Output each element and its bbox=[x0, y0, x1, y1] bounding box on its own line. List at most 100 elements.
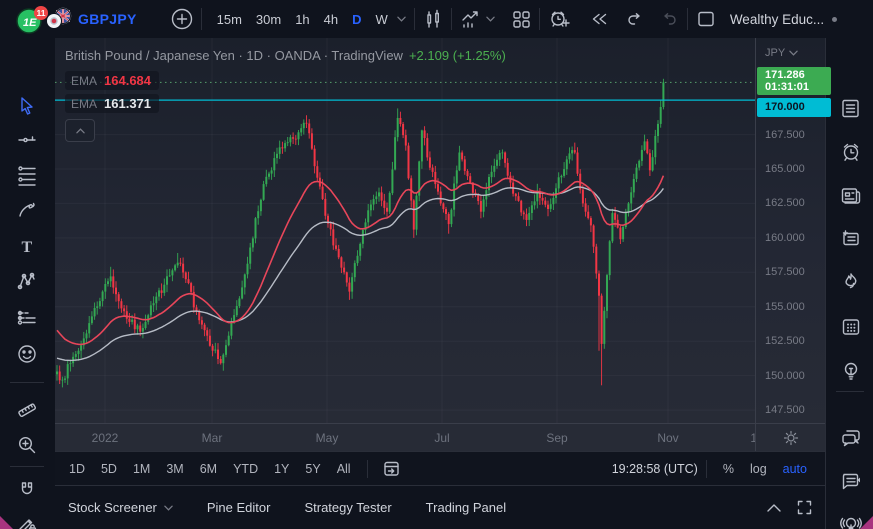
time-tick-label: 2022 bbox=[83, 431, 127, 445]
ideas-icon[interactable] bbox=[838, 358, 864, 384]
symbol-search-button[interactable]: GBPJPY bbox=[78, 11, 137, 27]
gear-icon[interactable] bbox=[783, 430, 799, 446]
timeframe-4h[interactable]: 4h bbox=[317, 12, 345, 27]
private-chat-icon[interactable] bbox=[838, 468, 864, 494]
ema-slow-legend[interactable]: EMA161.371 bbox=[65, 94, 159, 113]
alerts-icon[interactable] bbox=[838, 139, 864, 165]
panel-expand-icon[interactable] bbox=[766, 499, 782, 516]
bar-replay-icon[interactable] bbox=[589, 9, 609, 29]
timeframe-1d[interactable]: D bbox=[345, 12, 368, 27]
chart-area: British Pound / Japanese Yen · 1D · OAND… bbox=[55, 38, 825, 529]
price-tick-label: 160.000 bbox=[765, 232, 805, 244]
timeframe-30m[interactable]: 30m bbox=[249, 12, 288, 27]
price-tick-label: 167.500 bbox=[765, 129, 805, 141]
brush-tool-icon[interactable] bbox=[12, 196, 42, 224]
price-tick-label: 150.000 bbox=[765, 370, 805, 382]
alert-price-badge: 170.000 bbox=[757, 98, 831, 117]
auto-scale-toggle[interactable]: auto bbox=[775, 462, 815, 476]
range-ytd[interactable]: YTD bbox=[225, 462, 266, 476]
watchlist-icon[interactable] bbox=[838, 96, 864, 122]
hotlists-icon[interactable] bbox=[838, 269, 864, 295]
price-axis[interactable]: JPY 171.286 01:31:01 170.000 147.500150.… bbox=[755, 38, 825, 423]
ema-slow-value: 161.371 bbox=[104, 96, 151, 111]
indicators-menu-chevron-icon[interactable] bbox=[486, 16, 495, 22]
time-axis[interactable]: 2022MarMayJulSepNov14 bbox=[55, 423, 825, 452]
legend-collapse-button[interactable] bbox=[65, 119, 95, 142]
top-toolbar: 1E 11 GBPJPY 15m 30m 1h 4h D W bbox=[0, 0, 873, 39]
log-scale-toggle[interactable]: log bbox=[742, 462, 775, 476]
price-axis-currency[interactable]: JPY bbox=[765, 47, 798, 59]
chart-settings-corner[interactable] bbox=[755, 424, 826, 452]
drawing-toolbar: T bbox=[0, 38, 56, 529]
public-chats-icon[interactable] bbox=[838, 424, 864, 450]
chart-plot[interactable]: British Pound / Japanese Yen · 1D · OAND… bbox=[55, 38, 755, 423]
indicators-icon[interactable] bbox=[460, 9, 482, 29]
range-all[interactable]: All bbox=[329, 462, 359, 476]
go-to-date-icon[interactable] bbox=[382, 459, 401, 478]
price-tick-label: 162.500 bbox=[765, 197, 805, 209]
trend-line-tool-icon[interactable] bbox=[12, 126, 42, 154]
chart-legend-title-row[interactable]: British Pound / Japanese Yen · 1D · OAND… bbox=[65, 48, 506, 63]
last-price-badge: 171.286 01:31:01 bbox=[757, 67, 831, 95]
chart-title: British Pound / Japanese Yen · 1D · OAND… bbox=[65, 48, 403, 63]
ema-fast-legend[interactable]: EMA 164.684 bbox=[65, 71, 159, 90]
price-tick-label: 165.000 bbox=[765, 163, 805, 175]
cursor-tool-icon[interactable] bbox=[12, 92, 42, 120]
time-tick-label: May bbox=[305, 431, 349, 445]
bar-countdown: 01:31:01 bbox=[765, 81, 831, 93]
redo-icon[interactable] bbox=[659, 10, 679, 28]
save-layout-icon[interactable] bbox=[696, 10, 716, 28]
account-logo[interactable]: 1E 11 bbox=[14, 6, 54, 34]
tab-trading-panel[interactable]: Trading Panel bbox=[426, 500, 506, 515]
pattern-tool-icon[interactable] bbox=[12, 267, 42, 295]
ema-fast-value: 164.684 bbox=[104, 73, 151, 88]
compare-add-icon[interactable] bbox=[171, 8, 193, 30]
text-notes-icon[interactable] bbox=[838, 226, 864, 252]
timeframe-15m[interactable]: 15m bbox=[210, 12, 249, 27]
forecast-tool-icon[interactable] bbox=[12, 303, 42, 331]
tab-stock-screener[interactable]: Stock Screener bbox=[68, 500, 173, 515]
range-5y[interactable]: 5Y bbox=[297, 462, 328, 476]
news-icon[interactable] bbox=[838, 183, 864, 209]
create-alert-icon[interactable] bbox=[548, 8, 571, 30]
measure-tool-icon[interactable] bbox=[12, 396, 42, 424]
timeframe-1h[interactable]: 1h bbox=[288, 12, 316, 27]
text-tool-icon[interactable]: T bbox=[12, 232, 42, 260]
price-tick-label: 155.000 bbox=[765, 301, 805, 313]
layout-name[interactable]: Wealthy Educ... bbox=[730, 12, 824, 27]
chevron-down-icon bbox=[789, 50, 798, 56]
ema-fast-label: EMA bbox=[71, 74, 97, 88]
range-1y[interactable]: 1Y bbox=[266, 462, 297, 476]
range-toolbar: 1D 5D 1M 3M 6M YTD 1Y 5Y All 19:28:58 (U… bbox=[55, 451, 825, 486]
tab-pine-editor[interactable]: Pine Editor bbox=[207, 500, 271, 515]
chevron-up-icon bbox=[76, 128, 85, 134]
zoom-in-tool-icon[interactable] bbox=[12, 431, 42, 459]
timeframe-1w[interactable]: W bbox=[369, 12, 395, 27]
fib-retracement-tool-icon[interactable] bbox=[12, 161, 42, 189]
truncated-element-dot bbox=[832, 17, 837, 22]
percent-scale-toggle[interactable]: % bbox=[715, 462, 742, 476]
session-clock[interactable]: 19:28:58 (UTC) bbox=[612, 462, 698, 476]
economic-calendar-icon[interactable] bbox=[838, 314, 864, 340]
range-6m[interactable]: 6M bbox=[192, 462, 225, 476]
right-sidebar bbox=[825, 38, 873, 529]
time-tick-label: Jul bbox=[420, 431, 464, 445]
layout-grid-icon[interactable] bbox=[511, 9, 531, 29]
magnet-mode-icon[interactable] bbox=[12, 476, 42, 504]
chart-change: +2.109 (+1.25%) bbox=[409, 48, 506, 63]
drawing-lock-icon[interactable] bbox=[12, 511, 42, 529]
fullscreen-icon[interactable] bbox=[796, 499, 813, 516]
tab-strategy-tester[interactable]: Strategy Tester bbox=[304, 500, 391, 515]
range-1m[interactable]: 1M bbox=[125, 462, 158, 476]
svg-text:1E: 1E bbox=[23, 17, 37, 29]
range-3m[interactable]: 3M bbox=[158, 462, 191, 476]
streams-icon[interactable] bbox=[838, 511, 864, 529]
timeframe-menu-chevron-icon[interactable] bbox=[397, 16, 406, 22]
emoji-tool-icon[interactable] bbox=[12, 340, 42, 368]
last-price-value: 171.286 bbox=[765, 69, 831, 81]
range-5d[interactable]: 5D bbox=[93, 462, 125, 476]
chevron-down-icon bbox=[164, 505, 173, 511]
chart-style-icon[interactable] bbox=[423, 9, 443, 29]
range-1d[interactable]: 1D bbox=[69, 462, 93, 476]
undo-icon[interactable] bbox=[625, 10, 645, 28]
